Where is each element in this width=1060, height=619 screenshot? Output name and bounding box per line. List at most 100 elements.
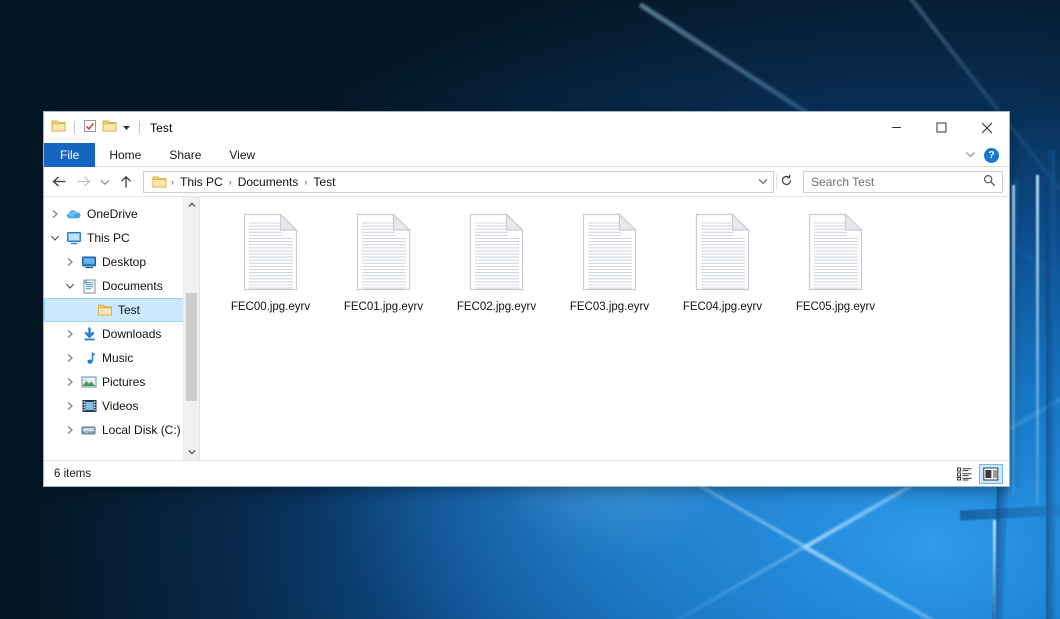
sidebar-item-label: Videos	[100, 399, 138, 413]
toolbar-divider	[139, 121, 140, 134]
file-item[interactable]: FEC03.jpg.eyrv	[553, 211, 666, 313]
generic-file-icon	[466, 213, 528, 294]
document-icon	[78, 279, 100, 294]
sidebar-item-label: Local Disk (C:)	[100, 423, 181, 437]
maximize-button[interactable]	[919, 112, 964, 143]
chevron-right-icon[interactable]	[46, 209, 63, 219]
file-item[interactable]: FEC00.jpg.eyrv	[214, 211, 327, 313]
file-item[interactable]: FEC04.jpg.eyrv	[666, 211, 779, 313]
address-bar-controls	[754, 177, 771, 187]
file-name-label: FEC01.jpg.eyrv	[344, 301, 423, 313]
nav-scrollbar[interactable]	[183, 197, 199, 460]
generic-file-icon	[805, 213, 867, 294]
window-controls	[874, 112, 1009, 143]
back-button[interactable]	[48, 171, 70, 193]
tab-file[interactable]: File	[44, 143, 95, 167]
scroll-up-arrow[interactable]	[184, 197, 200, 213]
breadcrumb: › This PC › Documents › Test	[149, 175, 754, 189]
sidebar-item-local-disk-c[interactable]: Local Disk (C:)	[44, 418, 199, 442]
scrollbar-thumb[interactable]	[186, 293, 197, 401]
chevron-down-icon[interactable]	[61, 282, 78, 290]
breadcrumb-item-documents[interactable]: Documents	[233, 175, 304, 189]
sidebar-item-label: OneDrive	[85, 207, 138, 221]
cloud-icon	[63, 207, 85, 221]
sidebar-item-downloads[interactable]: Downloads	[44, 322, 199, 346]
sidebar-item-label: Music	[100, 351, 133, 365]
chevron-right-icon[interactable]	[61, 257, 78, 267]
properties-icon[interactable]	[83, 119, 97, 136]
forward-button[interactable]	[72, 171, 94, 193]
folder-icon	[94, 303, 116, 317]
drive-icon	[78, 423, 100, 437]
chevron-right-icon[interactable]	[61, 377, 78, 387]
tab-view[interactable]: View	[215, 143, 269, 167]
sidebar-item-this-pc[interactable]: This PC	[44, 226, 199, 250]
videos-icon	[78, 399, 100, 413]
recent-locations-button[interactable]	[96, 171, 113, 193]
file-item[interactable]: FEC05.jpg.eyrv	[779, 211, 892, 313]
breadcrumb-item-this-pc[interactable]: This PC	[175, 175, 228, 189]
sidebar-item-videos[interactable]: Videos	[44, 394, 199, 418]
monitor-icon	[63, 231, 85, 245]
file-name-label: FEC03.jpg.eyrv	[570, 301, 649, 313]
generic-file-icon	[579, 213, 641, 294]
sidebar-item-documents[interactable]: Documents	[44, 274, 199, 298]
generic-file-icon	[353, 213, 415, 294]
sidebar-item-label: Desktop	[100, 255, 146, 269]
new-folder-icon[interactable]	[102, 119, 117, 136]
chevron-right-icon[interactable]	[61, 353, 78, 363]
wallpaper-pane-highlight	[1036, 175, 1039, 505]
file-list-pane[interactable]: FEC00.jpg.eyrv FEC01.jpg.eyrv FEC02.jpg.ey…	[200, 197, 1009, 460]
desktop: Test File Home Share View	[0, 0, 1060, 619]
details-view-button[interactable]	[953, 464, 977, 484]
breadcrumb-folder-icon[interactable]	[149, 175, 170, 189]
expand-ribbon-icon[interactable]	[965, 148, 976, 162]
chevron-right-icon[interactable]	[61, 401, 78, 411]
explorer-body: OneDrive This PC Desktop Documents Test Downl…	[44, 196, 1009, 460]
search-icon[interactable]	[983, 174, 996, 190]
tab-home[interactable]: Home	[95, 143, 155, 167]
title-bar: Test	[44, 112, 1009, 143]
item-count-label: 6 items	[54, 468, 91, 480]
quick-access-toolbar	[51, 119, 143, 136]
download-icon	[78, 327, 100, 342]
desktop-icon	[78, 255, 100, 269]
chevron-down-icon[interactable]	[46, 234, 63, 242]
up-button[interactable]	[115, 171, 137, 193]
file-item[interactable]: FEC01.jpg.eyrv	[327, 211, 440, 313]
address-dropdown-icon[interactable]	[754, 177, 771, 187]
sidebar-item-label: Downloads	[100, 327, 161, 341]
sidebar-item-label: Documents	[100, 279, 163, 293]
file-explorer-window: Test File Home Share View	[43, 111, 1010, 487]
sidebar-item-test[interactable]: Test	[44, 298, 199, 322]
scroll-down-arrow[interactable]	[184, 444, 200, 460]
address-bar[interactable]: › This PC › Documents › Test	[143, 171, 774, 193]
file-grid: FEC00.jpg.eyrv FEC01.jpg.eyrv FEC02.jpg.ey…	[214, 211, 1009, 321]
chevron-down-icon[interactable]	[122, 121, 131, 135]
sidebar-item-label: This PC	[85, 231, 130, 245]
refresh-button[interactable]	[776, 174, 796, 190]
toolbar-divider	[74, 121, 75, 134]
sidebar-item-label: Test	[116, 303, 140, 317]
sidebar-item-music[interactable]: Music	[44, 346, 199, 370]
folder-icon[interactable]	[51, 119, 66, 136]
minimize-button[interactable]	[874, 112, 919, 143]
close-button[interactable]	[964, 112, 1009, 143]
file-name-label: FEC00.jpg.eyrv	[231, 301, 310, 313]
search-box[interactable]: Search Test	[803, 171, 1003, 193]
search-input[interactable]: Search Test	[811, 175, 983, 189]
file-name-label: FEC05.jpg.eyrv	[796, 301, 875, 313]
sidebar-item-onedrive[interactable]: OneDrive	[44, 202, 199, 226]
chevron-right-icon[interactable]	[61, 425, 78, 435]
file-item[interactable]: FEC02.jpg.eyrv	[440, 211, 553, 313]
chevron-right-icon[interactable]	[61, 329, 78, 339]
breadcrumb-item-test[interactable]: Test	[308, 175, 340, 189]
tab-share[interactable]: Share	[155, 143, 215, 167]
large-icons-view-button[interactable]	[979, 464, 1003, 484]
sidebar-item-pictures[interactable]: Pictures	[44, 370, 199, 394]
file-name-label: FEC02.jpg.eyrv	[457, 301, 536, 313]
file-name-label: FEC04.jpg.eyrv	[683, 301, 762, 313]
help-icon[interactable]: ?	[984, 148, 999, 163]
sidebar-item-desktop[interactable]: Desktop	[44, 250, 199, 274]
pictures-icon	[78, 375, 100, 389]
